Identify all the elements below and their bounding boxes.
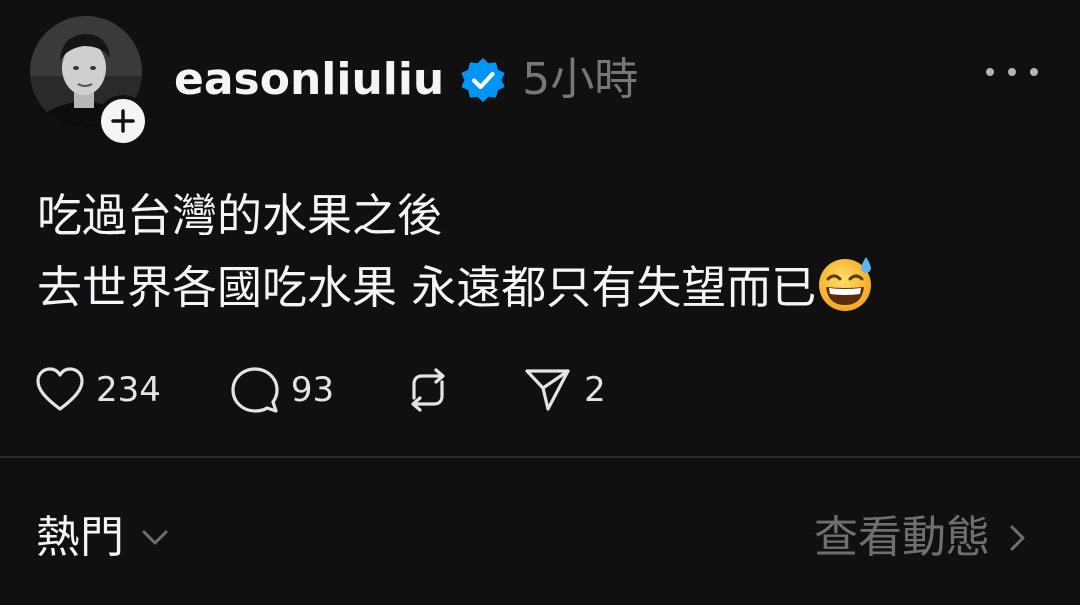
post-content: 吃過台灣的水果之後 去世界各國吃水果 永遠都只有失望而已 <box>37 180 1047 324</box>
view-activity-label: 查看動態 <box>814 512 990 563</box>
repost-button[interactable] <box>402 360 454 420</box>
comment-bubble-icon <box>231 367 279 413</box>
more-options-button[interactable] <box>986 60 1038 84</box>
comment-button[interactable]: 93 <box>229 360 334 420</box>
replies-sort-dropdown[interactable]: 熱門 <box>36 506 172 570</box>
more-horizontal-icon <box>986 68 994 76</box>
post-actions: 234 93 2 <box>34 360 606 420</box>
thread-post: easonliuliu 5小時 吃過台灣的水果之後 去世界各國吃水果 永遠都只有… <box>0 0 1080 456</box>
post-text-line-with-emoji: 去世界各國吃水果 永遠都只有失望而已 <box>37 252 1047 324</box>
post-timestamp: 5小時 <box>522 54 639 105</box>
grinning-face-with-sweat-emoji-icon <box>816 253 876 313</box>
follow-button[interactable] <box>97 95 149 147</box>
share-button[interactable]: 2 <box>522 360 606 420</box>
send-icon <box>525 369 570 411</box>
share-count: 2 <box>584 370 606 410</box>
repost-icon <box>411 368 445 412</box>
chevron-down-icon <box>142 530 168 545</box>
view-activity-link[interactable]: 查看動態 <box>814 506 1030 570</box>
author-username[interactable]: easonliuliu <box>174 50 444 110</box>
like-button[interactable]: 234 <box>34 360 161 420</box>
post-text-line: 吃過台灣的水果之後 <box>37 189 443 242</box>
comment-count: 93 <box>290 370 335 410</box>
author-avatar[interactable] <box>30 16 149 147</box>
sort-label: 熱門 <box>36 512 124 563</box>
chevron-right-icon <box>1010 525 1025 551</box>
like-count: 234 <box>96 370 161 410</box>
plus-icon <box>111 109 135 133</box>
heart-icon <box>36 367 84 411</box>
verified-badge-icon <box>458 55 508 105</box>
section-divider <box>0 456 1080 458</box>
post-header: easonliuliu 5小時 <box>174 50 638 110</box>
post-text-line: 去世界各國吃水果 永遠都只有失望而已 <box>37 261 817 314</box>
